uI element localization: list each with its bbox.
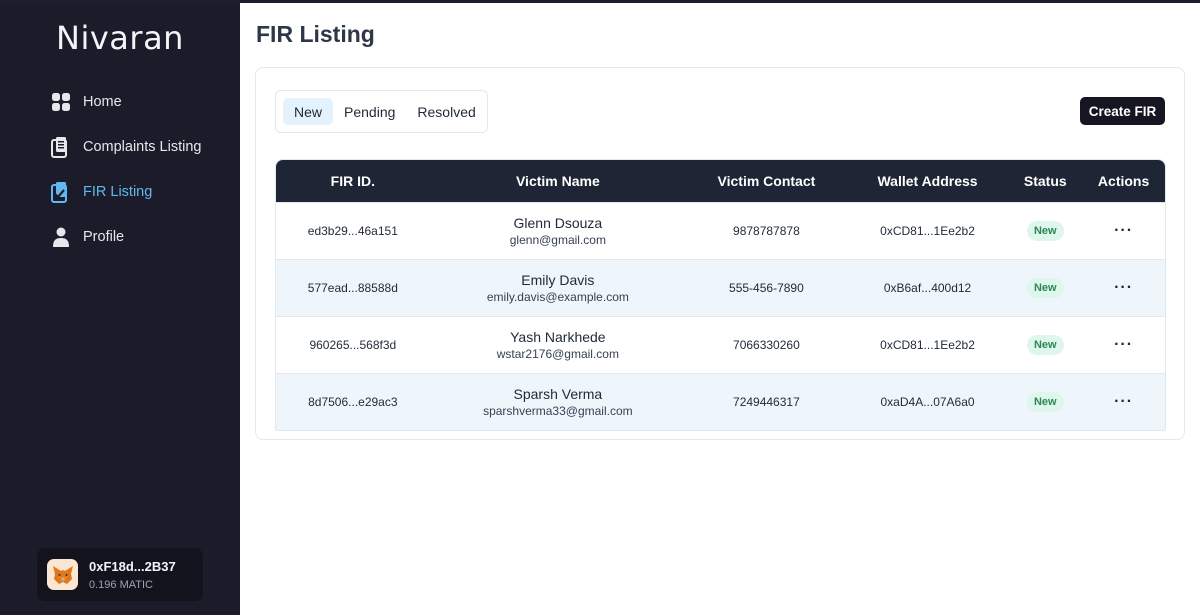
- victim-cell: Sparsh Verma sparshverma33@gmail.com: [430, 386, 686, 418]
- page-title: FIR Listing: [256, 21, 375, 47]
- brand-logo: Nivaran: [56, 19, 184, 57]
- victim-cell: Glenn Dsouza glenn@gmail.com: [430, 215, 686, 247]
- grid-icon: [50, 91, 72, 113]
- user-icon: [50, 226, 72, 248]
- status-cell: New: [1008, 392, 1082, 412]
- actions-cell: ···: [1082, 280, 1165, 296]
- wallet-address: 0xF18d...2B37: [89, 558, 176, 574]
- sidebar-item-complaints-listing[interactable]: Complaints Listing: [50, 124, 201, 169]
- column-header-victim-contact: Victim Contact: [717, 173, 816, 189]
- victim-contact: 9878787878: [733, 224, 800, 238]
- wallet-badge[interactable]: 0xF18d...2B37 0.196 MATIC: [37, 548, 203, 601]
- status-badge: New: [1026, 335, 1064, 355]
- sidebar-item-label: Profile: [83, 228, 125, 245]
- tab-pending[interactable]: Pending: [333, 98, 406, 125]
- victim-contact: 555-456-7890: [729, 281, 804, 295]
- column-header-status: Status: [1023, 173, 1067, 189]
- table-row: 577ead...88588d Emily Davis emily.davis@…: [276, 259, 1165, 316]
- sidebar-item-label: Complaints Listing: [83, 138, 202, 155]
- more-actions-icon[interactable]: ···: [1114, 336, 1133, 353]
- fir-id: 577ead...88588d: [307, 281, 398, 295]
- victim-contact: 7066330260: [733, 338, 800, 352]
- actions-cell: ···: [1082, 394, 1165, 410]
- wallet-address: 0xCD81...1Ee2b2: [880, 224, 975, 238]
- tab-new[interactable]: New: [283, 98, 334, 125]
- sidebar: Nivaran Home Complaints Listing FIR List…: [0, 3, 240, 615]
- victim-cell: Emily Davis emily.davis@example.com: [430, 272, 686, 304]
- victim-email: sparshverma33@gmail.com: [483, 404, 633, 418]
- victim-email: glenn@gmail.com: [509, 233, 606, 247]
- victim-name: Yash Narkhede: [510, 329, 606, 345]
- main-content: FIR Listing New Pending Resolved Create …: [240, 3, 1200, 615]
- fir-id: ed3b29...46a151: [307, 224, 398, 238]
- victim-name: Glenn Dsouza: [513, 215, 603, 231]
- column-header-wallet-address: Wallet Address: [877, 173, 978, 189]
- victim-cell: Yash Narkhede wstar2176@gmail.com: [430, 329, 686, 361]
- wallet-address: 0xaD4A...07A6a0: [880, 395, 975, 409]
- status-badge: New: [1026, 278, 1064, 298]
- wallet-address: 0xCD81...1Ee2b2: [880, 338, 975, 352]
- status-badge: New: [1026, 392, 1064, 412]
- fir-id: 8d7506...e29ac3: [308, 395, 398, 409]
- column-header-victim-name: Victim Name: [515, 173, 600, 189]
- victim-email: emily.davis@example.com: [486, 290, 629, 304]
- wallet-info: 0xF18d...2B37 0.196 MATIC: [89, 559, 176, 591]
- clipboard-list-icon: [50, 136, 72, 158]
- victim-name: Emily Davis: [521, 272, 595, 288]
- wallet-address: 0xB6af...400d12: [883, 281, 972, 295]
- create-fir-button[interactable]: Create FIR: [1080, 97, 1165, 125]
- sidebar-item-fir-listing[interactable]: FIR Listing: [50, 169, 201, 214]
- table-row: 960265...568f3d Yash Narkhede wstar2176@…: [276, 316, 1165, 373]
- more-actions-icon[interactable]: ···: [1114, 279, 1133, 296]
- more-actions-icon[interactable]: ···: [1114, 393, 1133, 410]
- actions-cell: ···: [1082, 337, 1165, 353]
- victim-name: Sparsh Verma: [513, 386, 603, 402]
- victim-contact: 7249446317: [733, 395, 800, 409]
- actions-cell: ···: [1082, 223, 1165, 239]
- sidebar-item-home[interactable]: Home: [50, 79, 201, 124]
- status-cell: New: [1008, 221, 1082, 241]
- fir-card: New Pending Resolved Create FIR FIR ID. …: [255, 67, 1185, 440]
- table-header: FIR ID. Victim Name Victim Contact Walle…: [276, 160, 1165, 202]
- wallet-balance: 0.196 MATIC: [89, 578, 153, 591]
- sidebar-item-label: FIR Listing: [83, 183, 153, 200]
- column-header-actions: Actions: [1097, 173, 1150, 189]
- status-cell: New: [1008, 278, 1082, 298]
- status-cell: New: [1008, 335, 1082, 355]
- tab-resolved[interactable]: Resolved: [406, 98, 486, 125]
- sidebar-item-profile[interactable]: Profile: [50, 214, 201, 259]
- sidebar-item-label: Home: [83, 93, 122, 110]
- sidebar-nav: Home Complaints Listing FIR Listing Prof…: [50, 79, 201, 259]
- fir-id: 960265...568f3d: [309, 338, 397, 352]
- more-actions-icon[interactable]: ···: [1114, 222, 1133, 239]
- victim-email: wstar2176@gmail.com: [496, 347, 619, 361]
- table-row: 8d7506...e29ac3 Sparsh Verma sparshverma…: [276, 373, 1165, 430]
- status-tabs: New Pending Resolved: [275, 90, 488, 133]
- status-badge: New: [1026, 221, 1064, 241]
- column-header-fir-id: FIR ID.: [330, 173, 375, 189]
- clipboard-check-icon: [50, 181, 72, 203]
- table-row: ed3b29...46a151 Glenn Dsouza glenn@gmail…: [276, 202, 1165, 259]
- fir-table: FIR ID. Victim Name Victim Contact Walle…: [275, 159, 1166, 431]
- metamask-fox-icon: [47, 559, 78, 590]
